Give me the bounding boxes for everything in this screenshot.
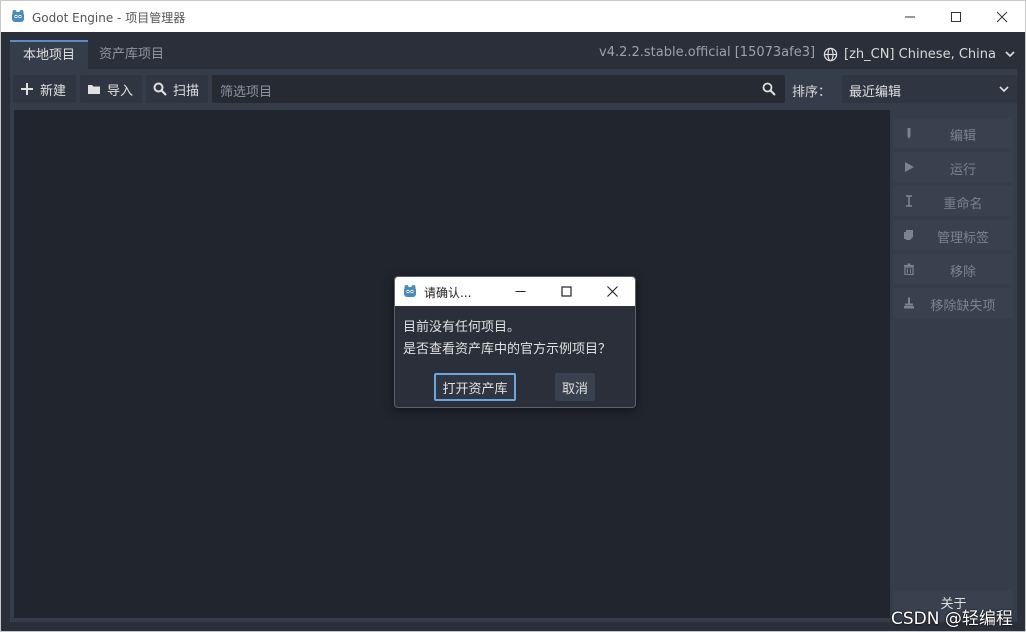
filter-projects-input[interactable]: 筛选项目 <box>212 75 785 103</box>
godot-logo-icon <box>404 285 416 297</box>
cancel-button[interactable]: 取消 <box>555 373 595 401</box>
sort-select[interactable]: 最近编辑 <box>842 75 1017 103</box>
chevron-down-icon <box>999 86 1009 93</box>
search-icon <box>762 82 776 96</box>
filter-placeholder: 筛选项目 <box>220 85 273 100</box>
plus-icon <box>21 83 33 95</box>
rename-button[interactable]: 重命名 <box>894 186 1013 216</box>
chevron-down-icon <box>1005 51 1015 58</box>
remove-missing-label: 移除缺失项 <box>930 299 996 314</box>
project-actions-sidebar: 编辑 运行 重命名 管理标签 移除 移除缺失项 关于 <box>894 110 1017 622</box>
top-bar: 本地项目 资产库项目 v4.2.2.stable.official [15073… <box>1 32 1025 69</box>
new-project-label: 新建 <box>40 83 67 99</box>
edit-label: 编辑 <box>949 129 976 144</box>
manage-tags-label: 管理标签 <box>936 231 989 246</box>
minimize-icon <box>515 291 525 292</box>
sort-label: 排序： <box>792 85 832 100</box>
rename-label: 重命名 <box>943 197 983 212</box>
minimize-button[interactable] <box>887 1 933 32</box>
run-button[interactable]: 运行 <box>894 152 1013 182</box>
title-bar[interactable]: Godot Engine - 项目管理器 <box>1 1 1025 32</box>
close-icon <box>996 11 1008 22</box>
edit-button[interactable]: 编辑 <box>894 118 1013 148</box>
close-button[interactable] <box>979 1 1025 32</box>
remove-label: 移除 <box>949 265 976 280</box>
folder-icon <box>88 85 100 94</box>
scan-button[interactable]: 扫描 <box>146 75 208 103</box>
watermark: CSDN @轻编程 <box>891 609 1013 629</box>
maximize-icon <box>560 286 572 297</box>
import-button[interactable]: 导入 <box>80 75 142 103</box>
scan-label: 扫描 <box>173 83 200 99</box>
import-label: 导入 <box>107 83 134 99</box>
globe-icon <box>823 47 838 61</box>
open-asset-library-button[interactable]: 打开资产库 <box>434 373 516 401</box>
project-manager-window: Godot Engine - 项目管理器 本地项目 资产库项目 v4.2.2.s… <box>0 0 1026 632</box>
godot-logo-icon <box>12 10 24 22</box>
remove-missing-button[interactable]: 移除缺失项 <box>894 288 1013 318</box>
remove-button[interactable]: 移除 <box>894 254 1013 284</box>
dialog-message-line2: 是否查看资产库中的官方示例项目？ <box>403 342 612 357</box>
dialog-maximize-button[interactable] <box>543 277 589 306</box>
run-label: 运行 <box>949 163 976 178</box>
window-title: Godot Engine - 项目管理器 <box>32 11 186 25</box>
minimize-icon <box>905 16 915 17</box>
close-icon <box>606 286 618 297</box>
new-project-button[interactable]: 新建 <box>13 75 76 103</box>
language-label: [zh_CN] Chinese, China <box>844 46 996 62</box>
dialog-message-line1: 目前没有任何项目。 <box>403 320 521 335</box>
dialog-minimize-button[interactable] <box>497 277 543 306</box>
sort-value: 最近编辑 <box>849 85 902 100</box>
version-label: v4.2.2.stable.official [15073afe3] <box>599 45 816 60</box>
maximize-button[interactable] <box>933 1 979 32</box>
language-selector[interactable]: [zh_CN] Chinese, China <box>823 43 1022 65</box>
maximize-icon <box>951 11 961 22</box>
tab-asset-library-projects[interactable]: 资产库项目 <box>89 40 174 69</box>
tab-local-projects[interactable]: 本地项目 <box>10 40 88 69</box>
dialog-title-bar[interactable]: 请确认... <box>395 277 635 306</box>
project-toolbar: 新建 导入 扫描 筛选项目 排序： 最近编辑 <box>10 69 1017 106</box>
dialog-close-button[interactable] <box>589 277 635 306</box>
manage-tags-button[interactable]: 管理标签 <box>894 220 1013 250</box>
dialog-title: 请确认... <box>424 286 472 300</box>
confirm-dialog: 请确认... 目前没有任何项目。 是否查看资产库中的官方示例项目？ 打开资产库 … <box>394 276 636 408</box>
search-icon <box>153 82 167 96</box>
